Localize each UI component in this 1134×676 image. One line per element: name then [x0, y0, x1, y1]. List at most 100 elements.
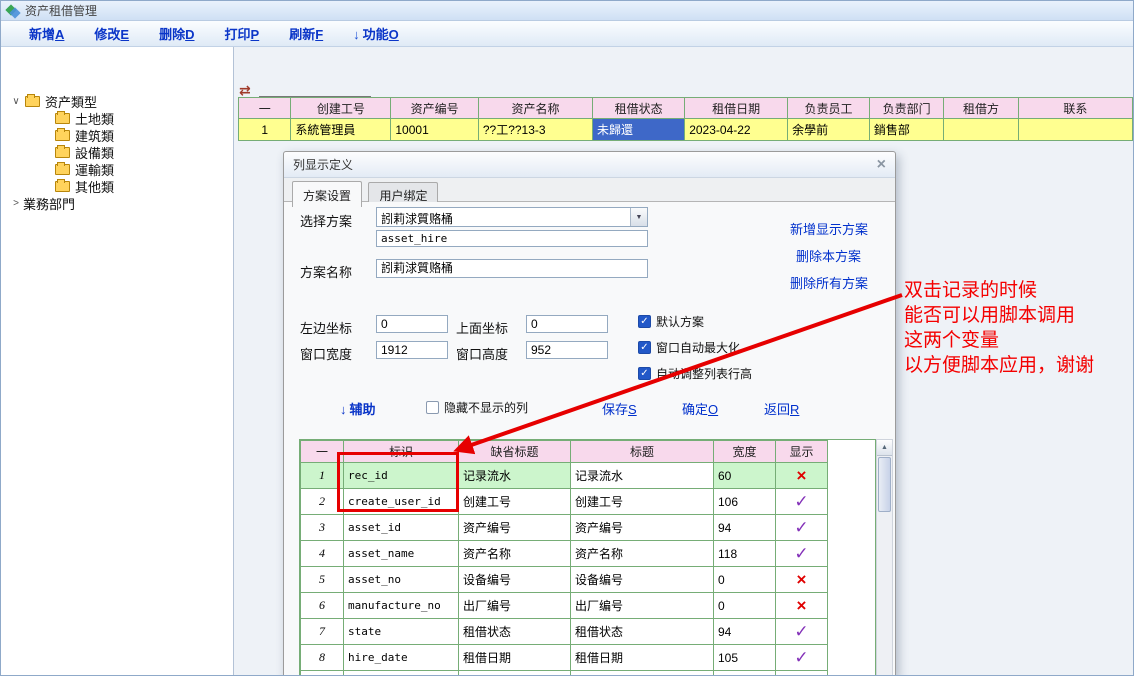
delete-all-schemes-link[interactable]: 删除所有方案 [790, 273, 868, 292]
asset-cell[interactable]: 系統管理員 [291, 119, 391, 141]
grid-cell-width[interactable]: 118 [714, 541, 776, 567]
aux-button[interactable]: ↓辅助 [340, 399, 376, 418]
auto-maximize-checkbox[interactable]: 窗口自动最大化 [638, 339, 740, 356]
window-height-input[interactable]: 952 [526, 341, 608, 359]
grid-cell-id[interactable]: emp_id [344, 671, 459, 676]
asset-column-header[interactable]: 负责部门 [869, 98, 943, 119]
grid-cell-default-title[interactable]: 租借状态 [459, 619, 571, 645]
asset-column-header[interactable]: 创建工号 [291, 98, 391, 119]
asset-cell[interactable]: 余學前 [788, 119, 870, 141]
combo-dropdown-button[interactable]: ▼ [630, 208, 647, 226]
grid-cell-title[interactable]: 设备编号 [571, 567, 714, 593]
grid-cell-width[interactable]: 0 [714, 567, 776, 593]
grid-cell-title[interactable]: 创建工号 [571, 489, 714, 515]
grid-cell-visible[interactable]: ✓ [776, 541, 828, 567]
asset-column-header[interactable]: 一 [239, 98, 291, 119]
auto-row-height-checkbox[interactable]: 自动调整列表行高 [638, 365, 752, 382]
grid-scrollbar[interactable]: ▲ [876, 439, 893, 676]
asset-cell[interactable]: 2023-04-22 [685, 119, 788, 141]
grid-cell-title[interactable]: 出厂编号 [571, 593, 714, 619]
left-coord-input[interactable]: 0 [376, 315, 448, 333]
grid-cell-id[interactable]: asset_id [344, 515, 459, 541]
grid-row[interactable]: 1rec_id记录流水记录流水60× [301, 463, 828, 489]
grid-cell-id[interactable]: manufacture_no [344, 593, 459, 619]
tree-item-equipment[interactable]: 設備類 [1, 144, 233, 161]
asset-cell[interactable]: 10001 [391, 119, 478, 141]
asset-cell[interactable]: 未歸還 [593, 119, 685, 141]
grid-row[interactable]: 8hire_date租借日期租借日期105✓ [301, 645, 828, 671]
grid-cell-id[interactable]: asset_name [344, 541, 459, 567]
grid-row[interactable]: 5asset_no设备编号设备编号0× [301, 567, 828, 593]
grid-row[interactable]: 2create_user_id创建工号创建工号106✓ [301, 489, 828, 515]
grid-column-header[interactable]: 显示 [776, 441, 828, 463]
grid-cell-default-title[interactable]: 记录流水 [459, 463, 571, 489]
grid-cell-width[interactable]: 94 [714, 515, 776, 541]
grid-cell-width[interactable]: 84 [714, 671, 776, 676]
grid-cell-width[interactable]: 105 [714, 645, 776, 671]
asset-column-header[interactable]: 资产名称 [478, 98, 592, 119]
tree-item-building[interactable]: 建筑類 [1, 127, 233, 144]
grid-cell-width[interactable]: 0 [714, 593, 776, 619]
grid-cell-title[interactable]: 资产编号 [571, 515, 714, 541]
asset-column-header[interactable]: 租借日期 [685, 98, 788, 119]
grid-row[interactable]: 3asset_id资产编号资产编号94✓ [301, 515, 828, 541]
grid-cell-default-title[interactable]: 创建工号 [459, 489, 571, 515]
grid-cell-id[interactable]: rec_id [344, 463, 459, 489]
grid-cell-default-title[interactable]: 设备编号 [459, 567, 571, 593]
grid-column-header[interactable]: 一 [301, 441, 344, 463]
grid-column-header[interactable]: 标识 [344, 441, 459, 463]
grid-cell-id[interactable]: hire_date [344, 645, 459, 671]
save-button[interactable]: 保存S [602, 399, 637, 418]
grid-cell-default-title[interactable]: 租借日期 [459, 645, 571, 671]
scroll-up-button[interactable]: ▲ [877, 440, 892, 456]
tab-scheme-settings[interactable]: 方案设置 [292, 181, 362, 207]
toolbar-functions-button[interactable]: ↓功能O [353, 24, 399, 43]
grid-cell-visible[interactable]: × [776, 593, 828, 619]
asset-cell[interactable] [944, 119, 1019, 141]
top-coord-input[interactable]: 0 [526, 315, 608, 333]
swap-columns-icon[interactable]: ⇄ [239, 83, 251, 97]
delete-scheme-link[interactable]: 删除本方案 [796, 246, 861, 265]
tree-item-business-dept[interactable]: > 業務部門 [1, 195, 233, 212]
grid-cell-default-title[interactable]: 负责员工 [459, 671, 571, 676]
asset-column-header[interactable]: 租借状态 [593, 98, 685, 119]
grid-cell-visible[interactable]: ✓ [776, 515, 828, 541]
tree-item-other[interactable]: 其他類 [1, 178, 233, 195]
hide-hidden-columns-checkbox[interactable]: 隐藏不显示的列 [426, 399, 528, 416]
confirm-button[interactable]: 确定O [682, 399, 718, 418]
grid-cell-id[interactable]: state [344, 619, 459, 645]
asset-row[interactable]: 1系統管理員10001??工??13-3未歸還2023-04-22余學前銷售部 [239, 119, 1133, 141]
close-icon[interactable]: × [877, 157, 886, 173]
toolbar-delete-button[interactable]: 删除D [159, 24, 194, 43]
caret-expanded-icon[interactable]: ∨ [9, 96, 23, 107]
grid-cell-visible[interactable]: ✓ [776, 671, 828, 676]
grid-cell-visible[interactable]: × [776, 463, 828, 489]
grid-cell-id[interactable]: create_user_id [344, 489, 459, 515]
grid-cell-title[interactable]: 记录流水 [571, 463, 714, 489]
default-scheme-checkbox[interactable]: 默认方案 [638, 313, 704, 330]
tree-item-land[interactable]: 土地類 [1, 110, 233, 127]
caret-collapsed-icon[interactable]: > [9, 198, 23, 209]
toolbar-edit-button[interactable]: 修改E [94, 24, 129, 43]
asset-cell[interactable] [1018, 119, 1132, 141]
add-display-scheme-link[interactable]: 新增显示方案 [790, 219, 868, 238]
grid-cell-default-title[interactable]: 出厂编号 [459, 593, 571, 619]
asset-column-header[interactable]: 联系 [1018, 98, 1132, 119]
toolbar-refresh-button[interactable]: 刷新F [289, 24, 323, 43]
grid-cell-id[interactable]: asset_no [344, 567, 459, 593]
grid-cell-visible[interactable]: ✓ [776, 645, 828, 671]
grid-cell-width[interactable]: 94 [714, 619, 776, 645]
grid-cell-default-title[interactable]: 资产编号 [459, 515, 571, 541]
scheme-code-input[interactable]: asset_hire [376, 230, 648, 247]
grid-column-header[interactable]: 标题 [571, 441, 714, 463]
grid-cell-visible[interactable]: ✓ [776, 489, 828, 515]
grid-cell-title[interactable]: 资产名称 [571, 541, 714, 567]
grid-column-header[interactable]: 缺省标题 [459, 441, 571, 463]
toolbar-new-button[interactable]: 新增A [29, 24, 64, 43]
grid-cell-title[interactable]: 负责员工 [571, 671, 714, 676]
grid-column-header[interactable]: 宽度 [714, 441, 776, 463]
grid-row[interactable]: 4asset_name资产名称资产名称118✓ [301, 541, 828, 567]
return-button[interactable]: 返回R [764, 399, 799, 418]
grid-cell-width[interactable]: 60 [714, 463, 776, 489]
grid-cell-width[interactable]: 106 [714, 489, 776, 515]
